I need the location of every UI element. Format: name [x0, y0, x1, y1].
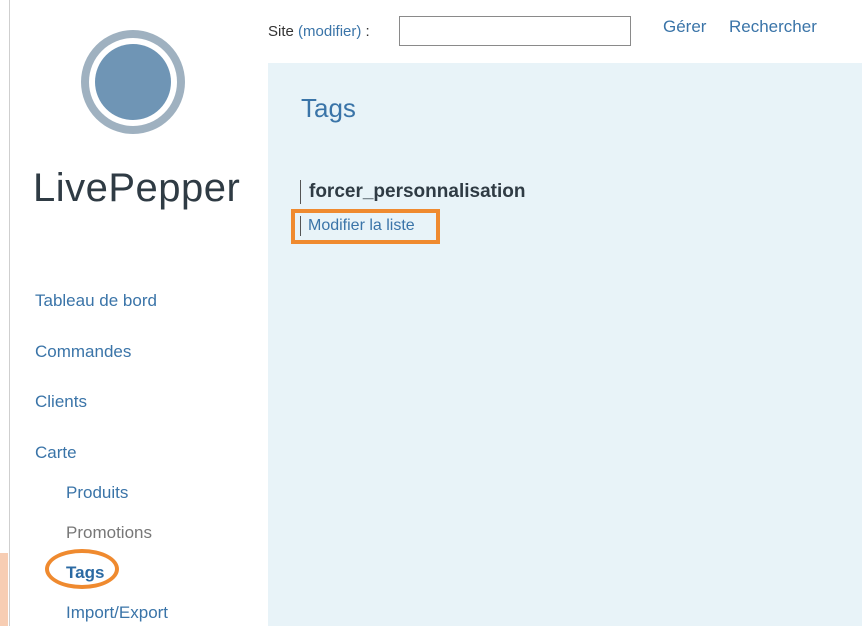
sidebar-subitem-produits[interactable]: Produits	[66, 483, 128, 503]
page-title: Tags	[301, 93, 356, 123]
edit-list-divider	[300, 216, 301, 236]
main-content-panel	[268, 63, 862, 626]
site-input[interactable]	[399, 16, 631, 46]
sidebar-item-clients[interactable]: Clients	[35, 392, 87, 412]
sidebar-accent	[0, 553, 8, 626]
site-modifier-link[interactable]: (modifier)	[298, 23, 361, 40]
brand-name: LivePepper	[33, 166, 241, 210]
site-label-text: Site	[268, 23, 299, 40]
edit-list-link[interactable]: Modifier la liste	[308, 217, 415, 235]
tags-highlight-ring	[45, 549, 119, 589]
site-label-colon: :	[361, 23, 370, 40]
sidebar-item-carte[interactable]: Carte	[35, 443, 77, 463]
sidebar-subitem-promotions[interactable]: Promotions	[66, 523, 152, 543]
sidebar-item-tableau-de-bord[interactable]: Tableau de bord	[35, 291, 157, 311]
sidebar-border	[9, 0, 10, 626]
livepepper-logo-icon	[81, 30, 185, 134]
site-selector-label: Site (modifier) :	[268, 23, 370, 40]
manage-link[interactable]: Gérer	[663, 17, 706, 37]
tag-divider	[300, 180, 301, 204]
tag-name: forcer_personnalisation	[309, 181, 526, 202]
search-link[interactable]: Rechercher	[729, 17, 817, 37]
sidebar-item-commandes[interactable]: Commandes	[35, 342, 131, 362]
sidebar-subitem-import-export[interactable]: Import/Export	[66, 603, 168, 623]
